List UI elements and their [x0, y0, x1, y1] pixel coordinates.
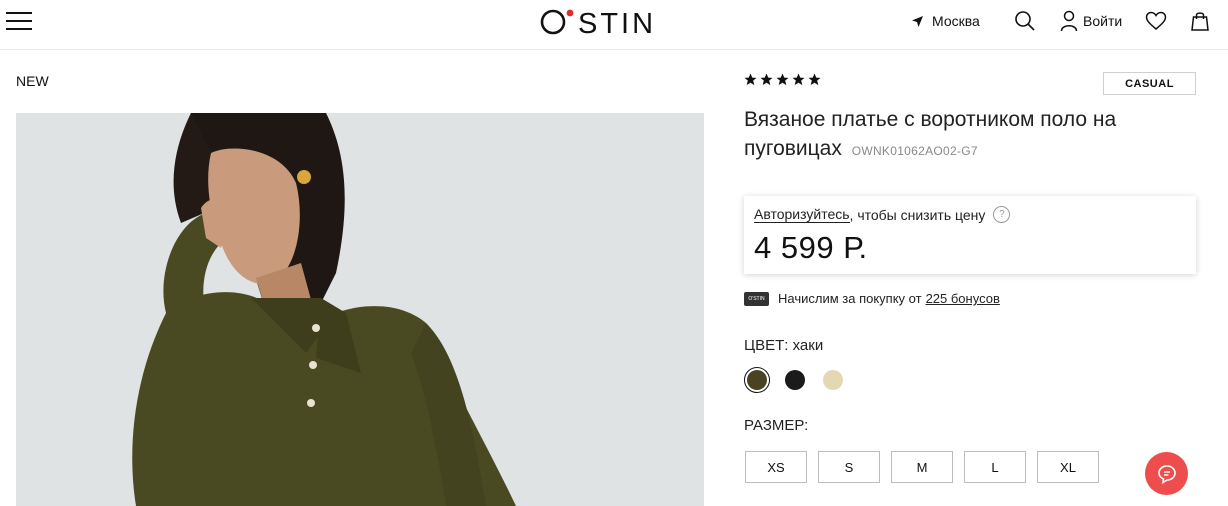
- product-price: 4 599 Р.: [754, 230, 868, 265]
- user-icon: [1060, 10, 1078, 32]
- product-photo[interactable]: [16, 113, 704, 506]
- product-image: [16, 113, 704, 506]
- ostin-logo-mark: STIN: [540, 8, 656, 40]
- search-button[interactable]: [1014, 10, 1036, 32]
- swatch-fill: [823, 370, 843, 390]
- color-label: ЦВЕТ: хаки: [744, 337, 824, 354]
- size-option-xs[interactable]: XS: [745, 451, 807, 483]
- swatch-fill: [785, 370, 805, 390]
- new-badge: NEW: [16, 73, 49, 89]
- bonus-card-icon: O'STIN: [744, 291, 769, 306]
- chat-button[interactable]: [1145, 452, 1188, 495]
- auth-link[interactable]: Авторизуйтесь: [754, 206, 850, 223]
- site-header: STIN Москва Войти: [0, 0, 1228, 50]
- size-label: РАЗМЕР:: [744, 417, 809, 434]
- swatch-fill: [747, 370, 767, 390]
- style-tag[interactable]: CASUAL: [1103, 72, 1196, 95]
- bonus-info: O'STIN Начислим за покупку от 225 бонусо…: [744, 291, 1000, 306]
- size-option-l[interactable]: L: [964, 451, 1026, 483]
- color-swatch-black[interactable]: [782, 367, 808, 393]
- size-options: XS S M L XL: [745, 451, 1099, 483]
- auth-discount-line: Авторизуйтесь , чтобы снизить цену ?: [754, 206, 1011, 223]
- help-icon[interactable]: ?: [993, 206, 1011, 223]
- cart-button[interactable]: [1189, 10, 1211, 32]
- star-icon: [808, 73, 821, 86]
- rating-stars[interactable]: [744, 73, 821, 86]
- favorites-button[interactable]: [1145, 10, 1167, 32]
- product-sku: OWNK01062AO02-G7: [851, 144, 978, 158]
- login-button[interactable]: Войти: [1060, 10, 1122, 32]
- heart-icon: [1145, 11, 1167, 30]
- star-icon: [760, 73, 773, 86]
- login-label: Войти: [1083, 13, 1123, 29]
- bonus-link[interactable]: 225 бонусов: [926, 291, 1000, 306]
- brand-logo[interactable]: STIN: [540, 5, 672, 47]
- color-swatch-khaki[interactable]: [744, 367, 770, 393]
- svg-text:STIN: STIN: [578, 8, 656, 39]
- bonus-text: Начислим за покупку от: [778, 291, 922, 306]
- city-selector[interactable]: Москва: [911, 10, 980, 32]
- search-icon: [1015, 11, 1035, 31]
- chat-icon: [1157, 464, 1176, 484]
- size-option-m[interactable]: M: [891, 451, 953, 483]
- color-swatch-beige[interactable]: [820, 367, 846, 393]
- color-swatches: [744, 367, 858, 393]
- city-name: Москва: [932, 13, 980, 29]
- location-arrow-icon: [912, 15, 923, 27]
- price-box: Авторизуйтесь , чтобы снизить цену ? 4 5…: [744, 196, 1196, 274]
- star-icon: [744, 73, 757, 86]
- auth-text: , чтобы снизить цену: [849, 206, 986, 223]
- star-icon: [776, 73, 789, 86]
- size-option-s[interactable]: S: [818, 451, 880, 483]
- shopping-bag-icon: [1191, 12, 1209, 31]
- product-title: Вязаное платье с воротником поло на пуго…: [744, 105, 1184, 166]
- star-icon: [792, 73, 805, 86]
- menu-icon[interactable]: [6, 10, 32, 32]
- size-option-xl[interactable]: XL: [1037, 451, 1099, 483]
